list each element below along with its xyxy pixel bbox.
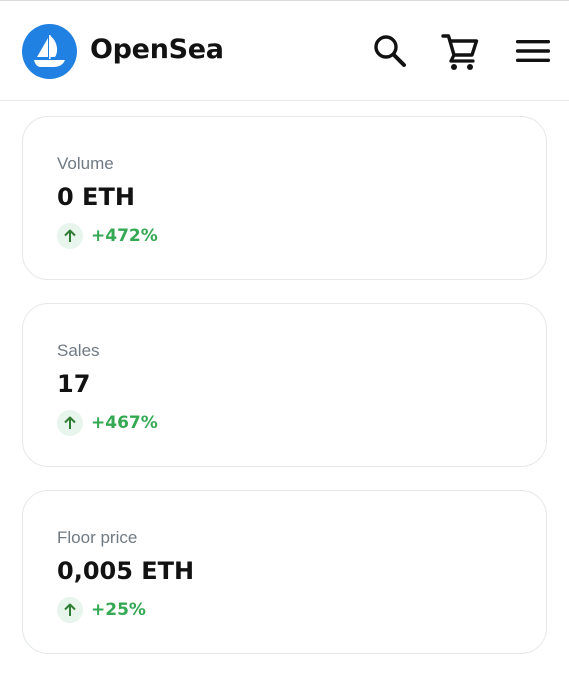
stat-change-value: +467% (91, 413, 158, 433)
stat-value: 0,005 ETH (57, 557, 195, 585)
stat-label: Floor price (57, 528, 138, 547)
opensea-logo-icon[interactable] (22, 24, 77, 79)
stat-change: +467% (57, 410, 158, 436)
arrow-up-icon (57, 223, 83, 249)
stat-change-value: +472% (91, 226, 158, 246)
menu-icon (516, 40, 550, 62)
arrow-up-icon (57, 597, 83, 623)
stat-change-value: +25% (91, 600, 146, 620)
search-icon (374, 35, 406, 67)
menu-button[interactable] (511, 1, 555, 101)
stat-value: 0 ETH (57, 183, 135, 211)
stat-label: Sales (57, 341, 100, 360)
search-button[interactable] (368, 1, 412, 101)
arrow-up-icon (57, 410, 83, 436)
stat-change: +25% (57, 597, 146, 623)
brand-name[interactable]: OpenSea (90, 34, 224, 65)
stat-card-sales: Sales 17 +467% (22, 303, 547, 467)
stat-value: 17 (57, 370, 91, 398)
stat-change: +472% (57, 223, 158, 249)
stat-card-floor-price: Floor price 0,005 ETH +25% (22, 490, 547, 654)
cart-icon (441, 34, 479, 70)
cart-button[interactable] (438, 1, 482, 101)
stat-card-volume: Volume 0 ETH +472% (22, 116, 547, 280)
top-navbar: OpenSea (0, 1, 569, 101)
stat-label: Volume (57, 154, 114, 173)
